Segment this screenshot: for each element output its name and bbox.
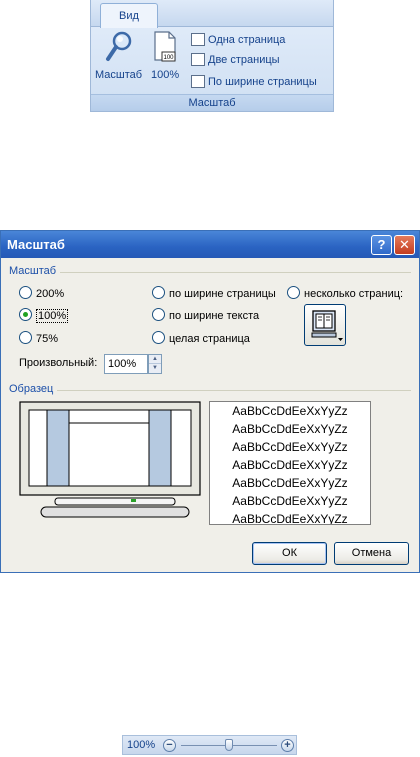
custom-zoom-label: Произвольный: <box>19 357 98 369</box>
dialog-titlebar[interactable]: Масштаб <box>1 231 419 258</box>
monitor-pages-icon <box>311 310 343 341</box>
sample-line: AaBbCcDdEeXxYyZz <box>232 512 348 525</box>
ribbon-group-label: Масштаб <box>91 94 333 111</box>
two-pages-label: Две страницы <box>208 54 280 66</box>
zoom-thumb[interactable] <box>225 739 233 751</box>
radio-whole-page-circle[interactable] <box>152 331 165 344</box>
sample-line: AaBbCcDdEeXxYyZz <box>232 494 348 508</box>
sample-group-label: Образец <box>9 383 58 395</box>
two-pages-button[interactable]: Две страницы <box>191 51 280 69</box>
radio-text-width-label: по ширине текста <box>169 310 260 322</box>
radio-many-pages[interactable]: несколько страниц: <box>287 286 403 302</box>
zoom-button-label: Масштаб <box>95 69 143 81</box>
radio-text-width[interactable]: по ширине текста <box>152 308 259 324</box>
sample-line: AaBbCcDdEeXxYyZz <box>232 422 348 436</box>
radio-many-pages-label: несколько страниц: <box>304 288 404 300</box>
page-100-icon: 100 <box>154 31 176 62</box>
close-button[interactable]: ✕ <box>394 235 415 255</box>
radio-page-width[interactable]: по ширине страницы <box>152 286 276 302</box>
one-page-button[interactable]: Одна страница <box>191 31 285 49</box>
radio-whole-page-label: целая страница <box>169 333 250 345</box>
zoom-dialog: Масштаб ? ✕ Масштаб 200% 100% 75% по шир… <box>0 230 420 573</box>
radio-75-label: 75% <box>36 333 59 345</box>
radio-100-label: 100% <box>36 309 69 323</box>
zoom-out-icon[interactable]: − <box>163 739 176 752</box>
statusbar-zoom-slider: 100% − + <box>122 735 297 755</box>
radio-75[interactable]: 75% <box>19 331 58 347</box>
radio-whole-page[interactable]: целая страница <box>152 331 250 347</box>
ribbon-view-zoom-group: Вид Масштаб 100 100% Одна страница Две с… <box>90 0 334 112</box>
zoom-group-divider <box>9 272 411 273</box>
radio-text-width-circle[interactable] <box>152 308 165 321</box>
radio-many-pages-circle[interactable] <box>287 286 300 299</box>
percent-100-label: 100% <box>151 69 180 81</box>
dialog-title: Масштаб <box>7 237 65 252</box>
ok-button[interactable]: ОК <box>252 542 327 565</box>
page-width-icon <box>191 75 205 88</box>
help-button[interactable]: ? <box>371 235 392 255</box>
radio-page-width-label: по ширине страницы <box>169 288 276 300</box>
cancel-button[interactable]: Отмена <box>334 542 409 565</box>
sample-line: AaBbCcDdEeXxYyZz <box>232 476 348 490</box>
radio-100-circle[interactable] <box>19 308 32 321</box>
monitor-preview-icon <box>19 401 201 518</box>
zoom-group-label: Масштаб <box>9 265 61 277</box>
tab-view[interactable]: Вид <box>100 3 158 28</box>
sample-group-divider <box>9 390 411 391</box>
sample-line: AaBbCcDdEeXxYyZz <box>232 404 348 418</box>
zoom-in-icon[interactable]: + <box>281 739 294 752</box>
one-page-icon <box>191 33 205 46</box>
zoom-preview <box>19 401 201 523</box>
zoom-button[interactable]: Масштаб <box>95 30 142 81</box>
spin-down-icon[interactable]: ▼ <box>149 364 161 373</box>
one-page-label: Одна страница <box>208 34 286 46</box>
two-pages-icon <box>191 53 205 66</box>
radio-200[interactable]: 200% <box>19 286 64 302</box>
sample-line: AaBbCcDdEeXxYyZz <box>232 440 348 454</box>
radio-200-label: 200% <box>36 288 65 300</box>
custom-zoom-input[interactable] <box>104 354 148 374</box>
sample-text-box: AaBbCcDdEeXxYyZz AaBbCcDdEeXxYyZz AaBbCc… <box>209 401 371 525</box>
many-pages-picker-button[interactable] <box>304 304 346 346</box>
page-width-label: По ширине страницы <box>208 76 317 88</box>
spin-up-icon[interactable]: ▲ <box>149 355 161 364</box>
sample-line: AaBbCcDdEeXxYyZz <box>232 458 348 472</box>
radio-75-circle[interactable] <box>19 331 32 344</box>
radio-100[interactable]: 100% <box>19 308 69 324</box>
percent-100-button[interactable]: 100 100% <box>151 30 179 81</box>
svg-text:100: 100 <box>164 55 175 61</box>
radio-page-width-circle[interactable] <box>152 286 165 299</box>
custom-zoom-spinner[interactable]: ▲ ▼ <box>148 354 162 374</box>
page-width-button[interactable]: По ширине страницы <box>191 73 317 91</box>
magnifier-icon <box>105 31 131 61</box>
zoom-level-button[interactable]: 100% <box>127 736 155 755</box>
radio-200-circle[interactable] <box>19 286 32 299</box>
